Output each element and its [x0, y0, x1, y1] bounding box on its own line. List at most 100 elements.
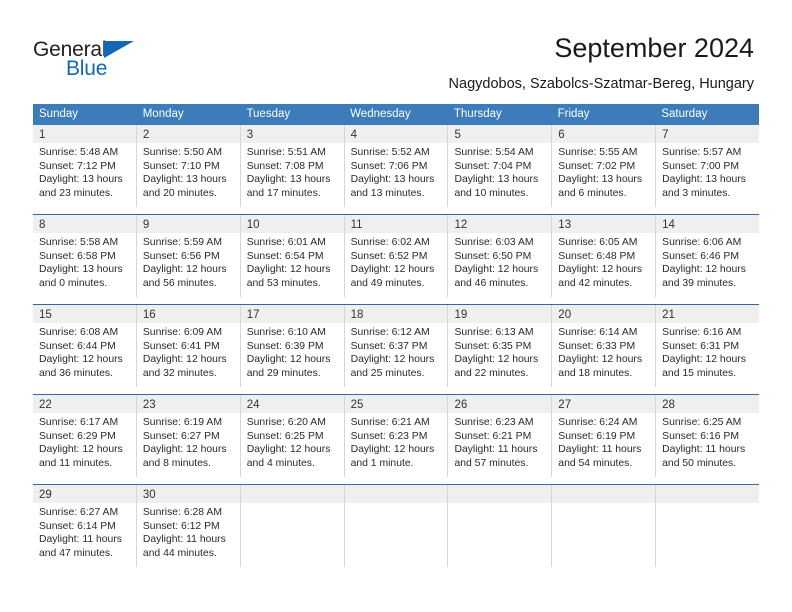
day-cell[interactable]: 9 Sunrise: 5:59 AM Sunset: 6:56 PM Daylight…: [136, 215, 241, 297]
day-cell[interactable]: 13 Sunrise: 6:05 AM Sunset: 6:48 PM Dayligh…: [552, 215, 657, 297]
day-number-band: 5: [448, 125, 552, 143]
sunrise-text: Sunrise: 5:59 AM: [142, 237, 222, 248]
day-cell-body: Sunrise: 6:19 AM Sunset: 6:27 PM Daylight:…: [137, 413, 240, 470]
daylight-text-line1: Daylight: 13 hours: [142, 174, 227, 186]
day-cell[interactable]: 28 Sunrise: 6:25 AM Sunset: 6:16 PM Dayligh…: [656, 395, 760, 477]
sunset-text: Sunset: 6:21 PM: [454, 430, 532, 442]
day-cell-empty: [552, 485, 657, 567]
day-cell[interactable]: 17 Sunrise: 6:10 AM Sunset: 6:39 PM Dayligh…: [240, 305, 345, 387]
day-cell-body: Sunrise: 6:17 AM Sunset: 6:29 PM Daylight:…: [33, 413, 136, 470]
daylight-text-line1: Daylight: 12 hours: [558, 354, 643, 366]
day-cell-body: Sunrise: 6:09 AM Sunset: 6:41 PM Daylight:…: [137, 323, 240, 380]
day-cell[interactable]: 29 Sunrise: 6:27 AM Sunset: 6:14 PM Dayligh…: [33, 485, 137, 567]
day-cell[interactable]: 14 Sunrise: 6:06 AM Sunset: 6:46 PM Dayligh…: [656, 215, 760, 297]
day-cell[interactable]: 19 Sunrise: 6:13 AM Sunset: 6:35 PM Dayligh…: [448, 305, 553, 387]
day-cell-body: Sunrise: 6:01 AM Sunset: 6:54 PM Daylight:…: [241, 233, 344, 290]
day-cell[interactable]: 23 Sunrise: 6:19 AM Sunset: 6:27 PM Dayligh…: [136, 395, 241, 477]
day-number-band: 30: [136, 485, 240, 503]
daylight-text-line2: and 6 minutes.: [558, 187, 627, 199]
day-cell[interactable]: 30 Sunrise: 6:28 AM Sunset: 6:12 PM Dayligh…: [136, 485, 241, 567]
day-cell[interactable]: 18 Sunrise: 6:12 AM Sunset: 6:37 PM Dayligh…: [344, 305, 449, 387]
daylight-text-line2: and 8 minutes.: [142, 457, 212, 469]
daylight-text-line1: Daylight: 13 hours: [350, 174, 435, 186]
day-number: 28: [662, 399, 675, 411]
day-number: 26: [454, 399, 468, 411]
day-number: 16: [142, 309, 156, 321]
day-cell[interactable]: 7 Sunrise: 5:57 AM Sunset: 7:00 PM Daylight…: [656, 125, 760, 207]
day-number-band: 13: [552, 215, 656, 233]
day-cell-empty: [240, 485, 345, 567]
day-cell[interactable]: 11 Sunrise: 6:02 AM Sunset: 6:52 PM Dayligh…: [344, 215, 449, 297]
day-cell[interactable]: 26 Sunrise: 6:23 AM Sunset: 6:21 PM Dayligh…: [448, 395, 553, 477]
day-cell[interactable]: 3 Sunrise: 5:51 AM Sunset: 7:08 PM Daylight…: [240, 125, 345, 207]
daylight-text-line1: Daylight: 13 hours: [662, 174, 746, 186]
calendar-grid: Sunday Monday Tuesday Wednesday Thursday Frid…: [33, 104, 760, 567]
day-cell[interactable]: 25 Sunrise: 6:21 AM Sunset: 6:23 PM Dayligh…: [344, 395, 449, 477]
day-number-band: 26: [448, 395, 552, 413]
sunrise-text: Sunrise: 6:19 AM: [142, 417, 222, 428]
day-number: 30: [142, 489, 156, 501]
sunset-text: Sunset: 7:02 PM: [558, 160, 636, 172]
week-row: 8 Sunrise: 5:58 AM Sunset: 6:58 PM Daylight…: [33, 214, 760, 297]
sunset-text: Sunset: 6:29 PM: [39, 430, 116, 442]
day-cell[interactable]: 8 Sunrise: 5:58 AM Sunset: 6:58 PM Daylight…: [33, 215, 137, 297]
day-cell-body: Sunrise: 6:21 AM Sunset: 6:23 PM Daylight:…: [345, 413, 448, 470]
day-number: 23: [142, 399, 156, 411]
sunset-text: Sunset: 7:08 PM: [246, 160, 324, 172]
sunrise-text: Sunrise: 6:17 AM: [39, 417, 119, 428]
day-cell[interactable]: 24 Sunrise: 6:20 AM Sunset: 6:25 PM Dayligh…: [240, 395, 345, 477]
sunset-text: Sunset: 6:14 PM: [39, 520, 116, 532]
daylight-text-line2: and 11 minutes.: [39, 457, 113, 469]
day-cell[interactable]: 6 Sunrise: 5:55 AM Sunset: 7:02 PM Daylight…: [552, 125, 657, 207]
daylight-text-line1: Daylight: 12 hours: [39, 444, 123, 456]
day-cell[interactable]: 4 Sunrise: 5:52 AM Sunset: 7:06 PM Daylight…: [344, 125, 449, 207]
day-number-band: 7: [656, 125, 760, 143]
day-cell[interactable]: 1 Sunrise: 5:48 AM Sunset: 7:12 PM Daylight…: [33, 125, 137, 207]
sunrise-text: Sunrise: 5:58 AM: [39, 237, 119, 248]
day-number-band: 19: [448, 305, 552, 323]
daylight-text-line2: and 0 minutes.: [39, 277, 108, 289]
sunrise-text: Sunrise: 6:13 AM: [454, 327, 534, 338]
daylight-text-line2: and 57 minutes.: [454, 457, 529, 469]
day-cell[interactable]: 22 Sunrise: 6:17 AM Sunset: 6:29 PM Dayligh…: [33, 395, 137, 477]
daylight-text-line1: Daylight: 11 hours: [454, 444, 538, 456]
day-number: 5: [454, 129, 461, 141]
day-cell[interactable]: 21 Sunrise: 6:16 AM Sunset: 6:31 PM Dayligh…: [656, 305, 760, 387]
week-row: 29 Sunrise: 6:27 AM Sunset: 6:14 PM Dayligh…: [33, 484, 760, 567]
sunrise-text: Sunrise: 6:27 AM: [39, 507, 119, 518]
weekday-header-thursday: Thursday: [453, 108, 502, 120]
day-cell[interactable]: 15 Sunrise: 6:08 AM Sunset: 6:44 PM Dayligh…: [33, 305, 137, 387]
day-cell-body: Sunrise: 6:02 AM Sunset: 6:52 PM Daylight:…: [345, 233, 448, 290]
day-cell-body: Sunrise: 6:06 AM Sunset: 6:46 PM Daylight:…: [656, 233, 759, 290]
sunrise-text: Sunrise: 6:02 AM: [350, 237, 430, 248]
day-cell-empty: [448, 485, 553, 567]
sunset-text: Sunset: 6:50 PM: [454, 250, 532, 262]
day-number: 10: [246, 219, 260, 231]
day-cell-body: Sunrise: 6:16 AM Sunset: 6:31 PM Daylight:…: [656, 323, 759, 380]
general-blue-logo: General Blue: [33, 38, 173, 84]
weekday-header-friday: Friday: [557, 108, 590, 120]
calendar-weeks: 1 Sunrise: 5:48 AM Sunset: 7:12 PM Daylight…: [33, 125, 760, 567]
day-cell-empty: [656, 485, 760, 567]
daylight-text-line2: and 54 minutes.: [558, 457, 633, 469]
day-cell[interactable]: 10 Sunrise: 6:01 AM Sunset: 6:54 PM Dayligh…: [240, 215, 345, 297]
sunset-text: Sunset: 6:44 PM: [39, 340, 116, 352]
sunrise-text: Sunrise: 5:50 AM: [142, 147, 222, 158]
day-cell-body: Sunrise: 5:51 AM Sunset: 7:08 PM Daylight:…: [241, 143, 344, 200]
day-number: 22: [39, 399, 52, 411]
day-cell[interactable]: 16 Sunrise: 6:09 AM Sunset: 6:41 PM Dayligh…: [136, 305, 241, 387]
day-cell[interactable]: 20 Sunrise: 6:14 AM Sunset: 6:33 PM Dayligh…: [552, 305, 657, 387]
page-header: General Blue September 2024 Nagydobos, S…: [0, 0, 792, 96]
daylight-text-line2: and 22 minutes.: [454, 367, 529, 379]
day-number: 12: [454, 219, 468, 231]
daylight-text-line1: Daylight: 12 hours: [142, 264, 227, 276]
sunset-text: Sunset: 6:16 PM: [662, 430, 739, 442]
day-cell[interactable]: 2 Sunrise: 5:50 AM Sunset: 7:10 PM Daylight…: [136, 125, 241, 207]
day-cell[interactable]: 12 Sunrise: 6:03 AM Sunset: 6:50 PM Dayligh…: [448, 215, 553, 297]
daylight-text-line1: Daylight: 11 hours: [142, 534, 226, 546]
weekday-header-wednesday: Wednesday: [350, 108, 411, 120]
day-cell[interactable]: 27 Sunrise: 6:24 AM Sunset: 6:19 PM Dayligh…: [552, 395, 657, 477]
day-cell[interactable]: 5 Sunrise: 5:54 AM Sunset: 7:04 PM Daylight…: [448, 125, 553, 207]
sunrise-text: Sunrise: 6:20 AM: [246, 417, 326, 428]
day-cell-body: Sunrise: 6:14 AM Sunset: 6:33 PM Daylight:…: [552, 323, 655, 380]
